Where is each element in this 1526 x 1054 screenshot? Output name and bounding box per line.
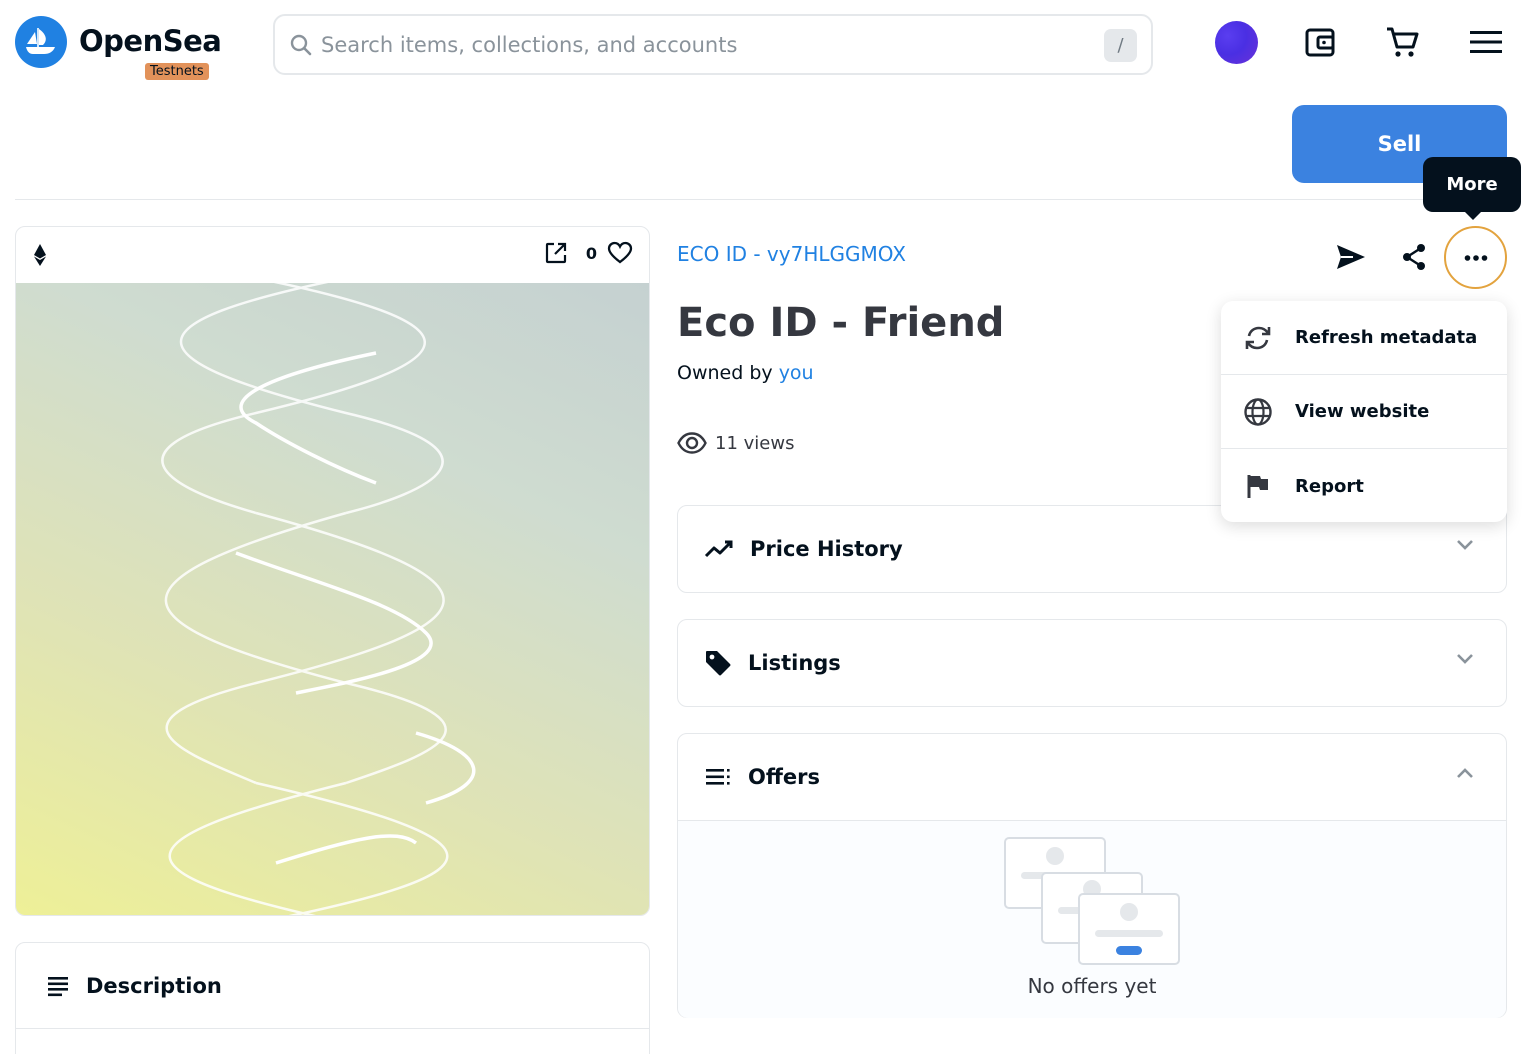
menu-item-refresh-metadata[interactable]: Refresh metadata xyxy=(1221,301,1507,375)
offers-panel: Offers No offers yet xyxy=(677,733,1507,1018)
offers-empty-state: No offers yet xyxy=(678,820,1506,1018)
header-divider xyxy=(15,199,1507,200)
menu-icon[interactable] xyxy=(1466,22,1506,62)
menu-item-view-website[interactable]: View website xyxy=(1221,375,1507,449)
chevron-down-icon xyxy=(1457,540,1473,550)
eye-icon xyxy=(677,432,707,454)
testnets-badge: Testnets xyxy=(145,63,209,80)
more-tooltip: More xyxy=(1423,157,1521,220)
search-icon xyxy=(290,34,312,55)
favorite-count: 0 xyxy=(585,243,597,263)
empty-offers-illustration xyxy=(1004,837,1180,965)
search-shortcut-key: / xyxy=(1104,29,1137,62)
more-menu: Refresh metadata View website Report xyxy=(1221,301,1507,522)
offers-list-icon xyxy=(706,769,730,785)
transfer-icon[interactable] xyxy=(1330,236,1372,278)
price-history-title: Price History xyxy=(750,537,903,561)
listings-panel: Listings xyxy=(677,619,1507,707)
chevron-up-icon xyxy=(1457,768,1473,778)
menu-item-label: Report xyxy=(1295,475,1364,497)
owner-link[interactable]: you xyxy=(779,362,814,384)
more-dots-icon xyxy=(1464,254,1487,261)
listings-header[interactable]: Listings xyxy=(678,620,1506,706)
opensea-logo-icon[interactable] xyxy=(15,16,67,68)
owner-line: Owned by you xyxy=(677,362,814,384)
search-input[interactable] xyxy=(321,32,1081,57)
brand-name[interactable]: OpenSea xyxy=(79,24,222,58)
globe-icon xyxy=(1244,397,1272,426)
image-toolbar: 0 xyxy=(16,227,649,283)
tag-icon xyxy=(706,651,731,676)
heart-icon[interactable] xyxy=(607,241,633,265)
wallet-icon[interactable] xyxy=(1300,22,1340,62)
cart-icon[interactable] xyxy=(1382,22,1422,62)
owned-by-label: Owned by xyxy=(677,362,773,384)
refresh-icon xyxy=(1245,326,1271,349)
search-bar[interactable]: / xyxy=(273,14,1153,75)
ethereum-icon xyxy=(34,244,46,266)
top-nav: OpenSea Testnets / xyxy=(0,0,1526,90)
view-count: 11 views xyxy=(677,432,794,454)
menu-item-label: View website xyxy=(1295,401,1430,422)
menu-item-label: Refresh metadata xyxy=(1295,327,1478,348)
trending-icon xyxy=(704,540,733,558)
description-panel: Description xyxy=(15,942,650,1054)
open-external-icon[interactable] xyxy=(544,241,568,265)
description-icon xyxy=(48,976,68,996)
nft-artwork[interactable] xyxy=(16,276,649,915)
no-offers-text: No offers yet xyxy=(1027,974,1157,998)
description-title: Description xyxy=(86,973,222,998)
listings-title: Listings xyxy=(748,651,841,675)
chevron-down-icon xyxy=(1457,654,1473,664)
collection-link[interactable]: ECO ID - vy7HLGGMOX xyxy=(677,242,906,266)
nft-title: Eco ID - Friend xyxy=(677,300,1005,346)
flag-icon xyxy=(1247,475,1268,498)
share-icon[interactable] xyxy=(1393,236,1435,278)
more-button[interactable] xyxy=(1444,226,1507,289)
offers-title: Offers xyxy=(748,765,820,789)
offers-header[interactable]: Offers xyxy=(678,734,1506,820)
description-header[interactable]: Description xyxy=(16,943,649,1029)
profile-avatar[interactable] xyxy=(1215,21,1258,64)
menu-item-report[interactable]: Report xyxy=(1221,449,1507,522)
views-text: 11 views xyxy=(715,432,795,454)
nft-image-card: 0 xyxy=(15,226,650,916)
